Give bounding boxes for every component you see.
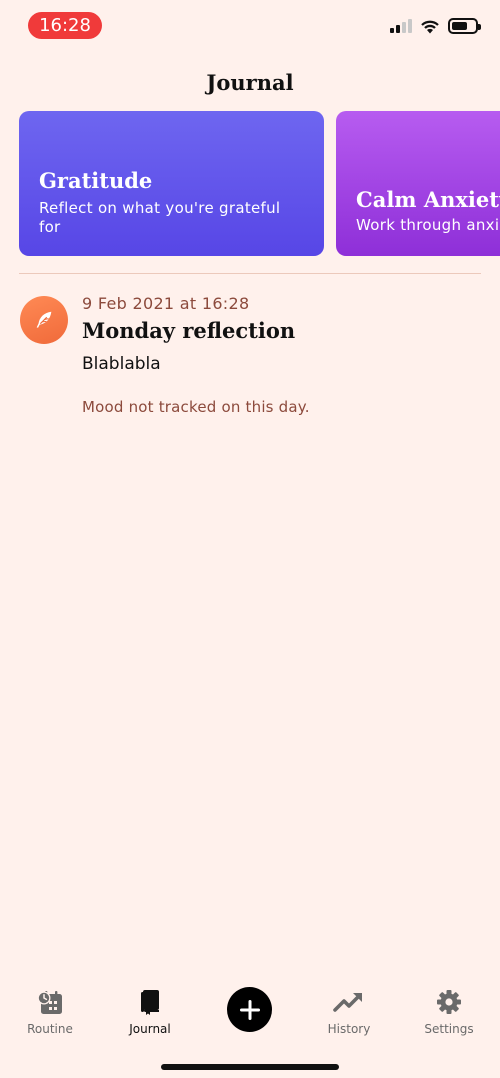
tab-label: Routine (27, 1022, 73, 1036)
divider (19, 273, 481, 274)
home-indicator[interactable] (161, 1064, 339, 1070)
status-bar: 16:28 (0, 0, 500, 50)
calm-anxiety-card[interactable]: Calm Anxiety Work through anxiety (336, 111, 500, 256)
tab-settings[interactable]: Settings (399, 988, 499, 1036)
card-title: Gratitude (39, 168, 153, 193)
status-icons (390, 18, 481, 34)
gear-icon (437, 990, 461, 1014)
trending-up-icon (333, 993, 362, 1012)
entry-body: Blablabla (82, 354, 161, 374)
card-title: Calm Anxiety (356, 187, 500, 212)
gratitude-card[interactable]: Gratitude Reflect on what you're gratefu… (19, 111, 324, 256)
tab-label: Settings (424, 1022, 474, 1036)
tab-routine[interactable]: Routine (0, 988, 100, 1036)
add-entry-button[interactable] (227, 987, 272, 1032)
cellular-signal-icon (390, 19, 412, 33)
status-time[interactable]: 16:28 (28, 12, 102, 39)
routine-calendar-icon (37, 991, 62, 1014)
card-subtitle: Reflect on what you're grateful for (39, 199, 281, 236)
prompt-cards-carousel[interactable]: Gratitude Reflect on what you're gratefu… (19, 111, 500, 256)
entry-type-badge (20, 296, 68, 344)
journal-book-icon (141, 990, 159, 1015)
bottom-tab-bar: Routine Journal History Settings (0, 980, 500, 1050)
tab-history[interactable]: History (299, 988, 399, 1036)
wifi-icon (421, 20, 439, 33)
tab-journal[interactable]: Journal (100, 988, 200, 1036)
page-title: Journal (206, 70, 294, 95)
entry-mood-status: Mood not tracked on this day. (82, 398, 310, 416)
card-subtitle: Work through anxiety (356, 216, 500, 234)
feather-icon (36, 311, 52, 328)
plus-icon (239, 999, 260, 1020)
battery-icon (448, 18, 481, 34)
entry-title: Monday reflection (82, 318, 296, 343)
entry-date: 9 Feb 2021 at 16:28 (82, 294, 250, 313)
tab-label: History (327, 1022, 371, 1036)
tab-label: Journal (129, 1022, 171, 1036)
